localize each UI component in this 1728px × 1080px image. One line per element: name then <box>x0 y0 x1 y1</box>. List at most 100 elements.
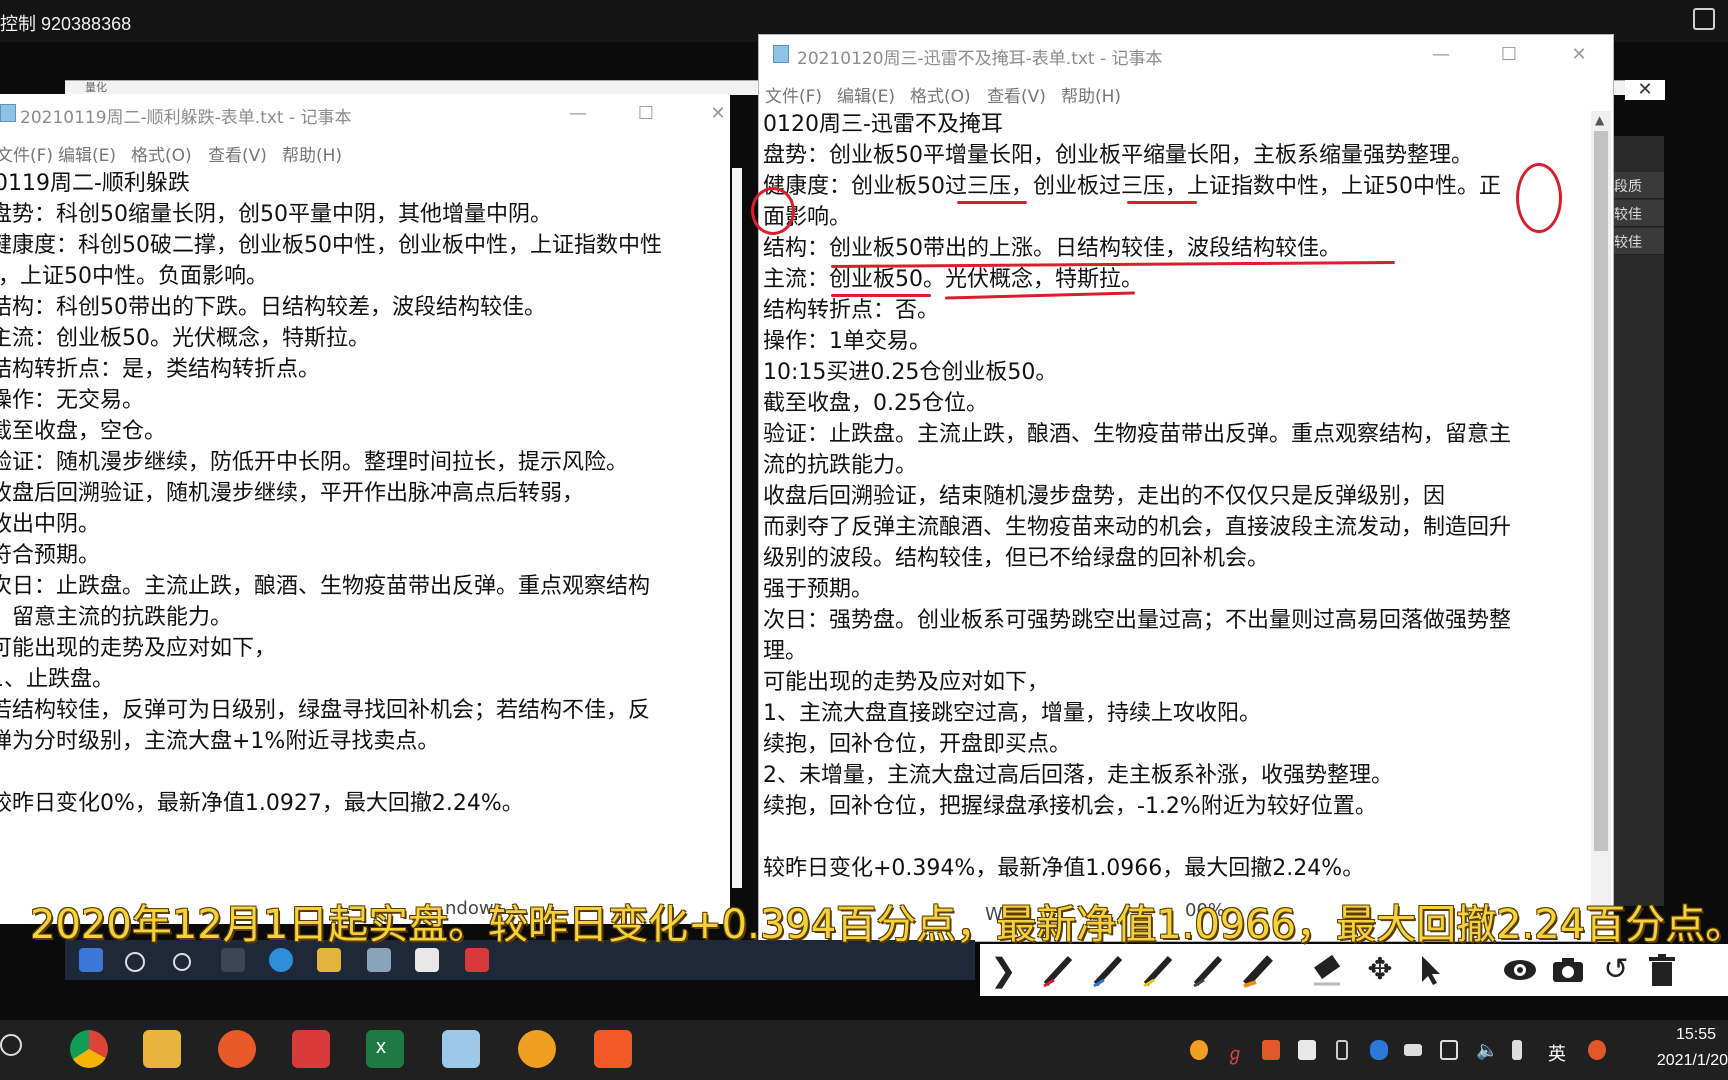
text-line: 截至收盘，空仓。 <box>0 419 167 444</box>
task-view-icon[interactable] <box>221 948 245 972</box>
menu-file[interactable]: 文件(F) <box>0 141 53 166</box>
shield-icon[interactable] <box>1298 1040 1316 1060</box>
right-notepad-window: 20210120周三-迅雷不及掩耳-表单.txt - 记事本 — ☐ ✕ 文件(… <box>751 34 1614 942</box>
tray-app-icon[interactable] <box>1262 1040 1280 1060</box>
right-window-titlebar[interactable]: 20210120周三-迅雷不及掩耳-表单.txt - 记事本 — ☐ ✕ <box>759 35 1613 75</box>
pointer-icon[interactable] <box>1412 952 1448 988</box>
text-line: 2、未增量，主流大盘过高后回落，走主板系补涨，收强势整理。 <box>763 763 1393 788</box>
trash-icon[interactable] <box>1644 952 1680 988</box>
scrollbar-thumb[interactable] <box>1594 131 1608 851</box>
app-icon[interactable] <box>218 1030 256 1068</box>
text-line: 结构：科创50带出的下跌。日结构较差，波段结构较佳。 <box>0 295 546 320</box>
menu-help[interactable]: 帮助(H) <box>1061 82 1121 107</box>
close-icon[interactable]: ✕ <box>1559 41 1599 69</box>
network-icon[interactable] <box>1440 1040 1458 1060</box>
app-icon[interactable] <box>367 948 391 972</box>
highlighter-icon[interactable] <box>1240 952 1276 988</box>
excel-icon[interactable]: x <box>366 1030 404 1068</box>
left-window-titlebar[interactable]: 20210119周二-顺利躲跌-表单.txt - 记事本 — ☐ ✕ <box>0 94 730 134</box>
text-line: 收出中阴。 <box>0 512 101 537</box>
text-line: 续抱，回补仓位，开盘即买点。 <box>763 732 1072 757</box>
maximize-icon[interactable]: ☐ <box>626 100 666 128</box>
move-icon[interactable]: ✥ <box>1362 952 1398 988</box>
maximize-icon[interactable]: ☐ <box>1489 41 1529 69</box>
menu-view[interactable]: 查看(V) <box>987 82 1046 107</box>
app-icon[interactable] <box>292 1030 330 1068</box>
right-text-area[interactable]: 0120周三-迅雷不及掩耳 盘势：创业板50平增量长阳，创业板平缩量长阳，主板系… <box>763 109 1589 929</box>
background-close-icon[interactable]: ✕ <box>1625 80 1665 100</box>
search-icon[interactable] <box>125 952 145 972</box>
notepad-icon[interactable] <box>442 1030 480 1068</box>
text-line: 0119周二-顺利躲跌 <box>0 171 190 196</box>
minimize-icon[interactable]: — <box>1421 41 1461 69</box>
app-icon[interactable] <box>518 1030 556 1068</box>
menu-format[interactable]: 格式(O) <box>131 141 192 166</box>
bluetooth-icon[interactable] <box>1370 1040 1388 1060</box>
yellow-pen-icon[interactable] <box>1140 952 1176 988</box>
tray-app-icon[interactable] <box>1190 1040 1208 1060</box>
red-underline <box>1127 201 1197 204</box>
text-line: 0120周三-迅雷不及掩耳 <box>763 112 1003 137</box>
eye-icon[interactable] <box>1502 952 1538 988</box>
volume-icon[interactable]: 🔈 <box>1476 1040 1498 1061</box>
blue-pen-icon[interactable] <box>1090 952 1126 988</box>
eraser-icon[interactable] <box>1310 952 1346 988</box>
search-icon[interactable] <box>0 1034 22 1056</box>
camera-icon[interactable] <box>1550 952 1586 988</box>
text-line: 若结构较佳，反弹可为日级别，绿盘寻找回补机会；若结构不佳，反 <box>0 698 651 723</box>
text-line: 强于预期。 <box>763 577 874 602</box>
close-icon[interactable]: ✕ <box>698 100 738 128</box>
left-notepad-window: 20210119周二-顺利躲跌-表单.txt - 记事本 — ☐ ✕ 文件(F)… <box>0 94 730 924</box>
red-underline <box>957 201 1027 204</box>
windows-start-icon[interactable] <box>79 948 103 972</box>
left-menu-bar: 文件(F) 编辑(E) 格式(O) 查看(V) 帮助(H) <box>0 138 730 166</box>
collapse-chevron-icon[interactable]: ❯ <box>990 952 1026 988</box>
left-text-area[interactable]: 0119周二-顺利躲跌 盘势：科创50缩量长阴，创50平量中阴，其他增量中阴。 … <box>0 168 730 918</box>
text-line: 截至收盘，0.25仓位。 <box>763 391 988 416</box>
battery-icon[interactable] <box>1404 1044 1422 1056</box>
tray-app-icon[interactable]: ℊ <box>1226 1040 1244 1065</box>
menu-edit[interactable]: 编辑(E) <box>58 141 116 166</box>
text-line: 1、主流大盘直接跳空过高，增量，持续上攻收阳。 <box>763 701 1261 726</box>
tray-app-icon[interactable] <box>1588 1040 1606 1060</box>
microphone-icon[interactable] <box>1512 1040 1522 1060</box>
left-scrollbar-track[interactable] <box>732 168 742 888</box>
menu-format[interactable]: 格式(O) <box>910 82 971 107</box>
minimize-icon[interactable]: — <box>558 100 598 128</box>
text-line: 较昨日变化+0.394%，最新净值1.0966，最大回撤2.24%。 <box>763 856 1365 881</box>
notepad-taskbar-icon[interactable] <box>415 948 439 972</box>
black-pen-icon[interactable] <box>1190 952 1226 988</box>
menu-help[interactable]: 帮助(H) <box>282 141 342 166</box>
undo-icon[interactable]: ↺ <box>1598 952 1634 988</box>
ime-indicator[interactable]: 英 <box>1548 1040 1566 1065</box>
text-line: 验证：随机漫步继续，防低开中长阴。整理时间拉长，提示风险。 <box>0 450 629 475</box>
menu-file[interactable]: 文件(F) <box>765 82 822 107</box>
text-line: 续抱，回补仓位，把握绿盘承接机会，-1.2%附近为较好位置。 <box>763 794 1377 819</box>
text-line: 符合预期。 <box>0 543 101 568</box>
scroll-up-icon[interactable]: ▲ <box>1595 113 1604 127</box>
text-line: 可能出现的走势及应对如下， <box>763 670 1050 695</box>
chrome-icon[interactable] <box>70 1030 108 1068</box>
cortana-icon[interactable] <box>173 953 191 971</box>
annotation-toolbar: ❯ ✥ ↺ <box>980 944 1728 996</box>
red-pen-icon[interactable] <box>1040 952 1076 988</box>
menu-edit[interactable]: 编辑(E) <box>837 82 895 107</box>
text-line: 健康度：创业板50过三压，创业板过三压，上证指数中性，上证50中性。正 <box>763 174 1501 199</box>
edge-icon[interactable] <box>269 948 293 972</box>
app-icon[interactable] <box>594 1030 632 1068</box>
background-window-title: 量化 <box>85 81 107 94</box>
menu-view[interactable]: 查看(V) <box>208 141 267 166</box>
text-line: 弹为分时级别，主流大盘+1%附近寻找卖点。 <box>0 729 440 754</box>
clock-time[interactable]: 15:55 <box>1620 1026 1716 1044</box>
file-explorer-icon[interactable] <box>143 1030 181 1068</box>
restore-icon[interactable] <box>1693 8 1715 30</box>
clock-date[interactable]: 2021/1/20 <box>1620 1052 1728 1070</box>
main-taskbar: x ℊ 🔈 英 15:55 2021/1/20 <box>0 1020 1728 1080</box>
folder-icon[interactable] <box>317 948 341 972</box>
right-scrollbar[interactable]: ▲ <box>1591 111 1611 921</box>
text-line: 结构转折点：是，类结构转折点。 <box>0 357 321 382</box>
red-underline <box>831 294 931 297</box>
app-icon[interactable] <box>465 948 489 972</box>
usb-icon[interactable] <box>1336 1040 1348 1060</box>
notepad-icon <box>773 45 789 63</box>
